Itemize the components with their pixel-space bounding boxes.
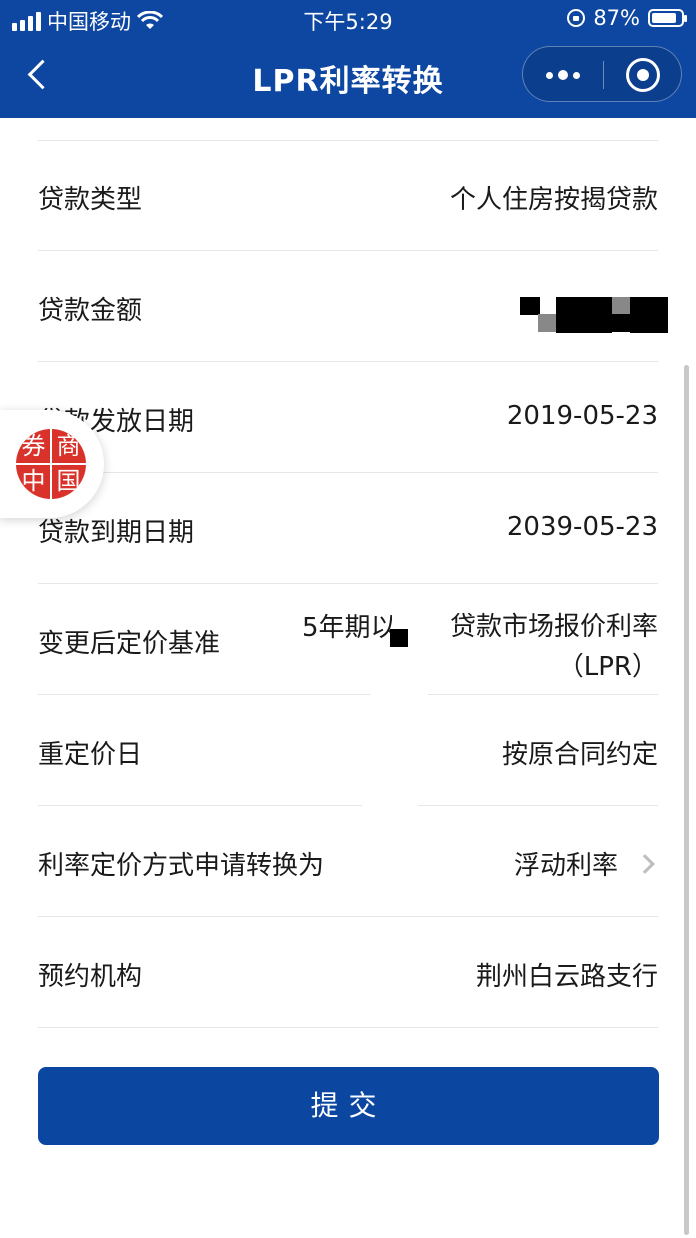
maturity-date-label: 贷款到期日期 xyxy=(38,518,195,548)
loan-type-value: 个人住房按揭贷款 xyxy=(449,185,658,215)
seal-char: 国 xyxy=(56,467,81,495)
rate-method-value-text: 浮动利率 xyxy=(513,851,618,881)
divider xyxy=(418,805,658,806)
seal-logo-icon: 券 商 中 国 xyxy=(16,429,86,499)
branch-label: 预约机构 xyxy=(38,962,143,992)
divider xyxy=(38,361,658,362)
branch-value: 荆州白云路支行 xyxy=(475,962,658,992)
status-bar: 中国移动 下午5:29 87% xyxy=(0,0,696,38)
submit-button[interactable]: 提交 xyxy=(38,1067,659,1145)
scrollbar[interactable] xyxy=(684,365,689,1235)
more-button[interactable] xyxy=(523,47,603,103)
divider xyxy=(38,916,658,917)
divider xyxy=(38,472,658,473)
maturity-date-value: 2039-05-23 xyxy=(506,512,658,542)
disbursement-date-value: 2019-05-23 xyxy=(506,401,658,431)
seal-char: 中 xyxy=(21,467,46,495)
pricing-benchmark-value-line2: （LPR） xyxy=(557,652,658,682)
divider xyxy=(38,805,362,806)
divider xyxy=(428,694,658,695)
row-loan-type: 贷款类型 个人住房按揭贷款 xyxy=(38,141,658,251)
pricing-benchmark-value-line1: 贷款市场报价利率 xyxy=(449,612,658,642)
row-loan-amount: 贷款金额 xyxy=(38,252,668,362)
loan-type-label: 贷款类型 xyxy=(38,185,143,215)
nav-bar: LPR利率转换 xyxy=(0,38,696,118)
divider xyxy=(38,1027,658,1028)
rate-method-label: 利率定价方式申请转换为 xyxy=(38,851,325,881)
row-maturity-date: 贷款到期日期 2039-05-23 xyxy=(38,474,658,584)
more-dots-icon xyxy=(546,71,553,79)
row-branch: 预约机构 荆州白云路支行 xyxy=(38,918,658,1028)
battery-percent: 87% xyxy=(593,6,640,30)
orientation-lock-icon xyxy=(567,9,586,27)
seal-divider xyxy=(50,429,52,499)
target-icon-dot xyxy=(637,69,649,81)
row-pricing-benchmark: 变更后定价基准 5年期以 贷款市场报价利率 （LPR） xyxy=(38,585,658,695)
pricing-benchmark-label: 变更后定价基准 xyxy=(38,629,221,659)
loan-amount-label: 贷款金额 xyxy=(38,296,143,326)
more-dots-icon-center xyxy=(558,70,568,80)
close-mini-program-button[interactable] xyxy=(604,47,682,103)
floating-logo-button[interactable]: 券 商 中 国 xyxy=(0,410,104,518)
more-dots-icon-right xyxy=(573,71,580,79)
divider xyxy=(38,583,658,584)
header: 中国移动 下午5:29 87% LPR利率转换 xyxy=(0,0,696,118)
divider xyxy=(38,694,370,695)
redaction-mark xyxy=(390,629,408,647)
pricing-benchmark-prefix: 5年期以 xyxy=(302,613,392,643)
row-disbursement-date: 贷款发放日期 2019-05-23 xyxy=(38,363,658,473)
repricing-date-label: 重定价日 xyxy=(38,740,143,770)
row-rate-method[interactable]: 利率定价方式申请转换为 浮动利率 xyxy=(38,807,658,917)
battery-icon xyxy=(648,9,687,27)
rate-method-value[interactable]: 浮动利率 xyxy=(514,845,658,882)
divider xyxy=(38,250,658,251)
chevron-right-icon xyxy=(635,853,655,874)
pricing-benchmark-value: 贷款市场报价利率 （LPR） xyxy=(450,607,658,687)
row-repricing-date: 重定价日 按原合同约定 xyxy=(38,696,658,806)
mini-program-capsule xyxy=(522,46,682,102)
seal-char: 商 xyxy=(56,432,81,460)
repricing-date-value: 按原合同约定 xyxy=(501,740,658,770)
seal-char: 券 xyxy=(21,432,46,460)
